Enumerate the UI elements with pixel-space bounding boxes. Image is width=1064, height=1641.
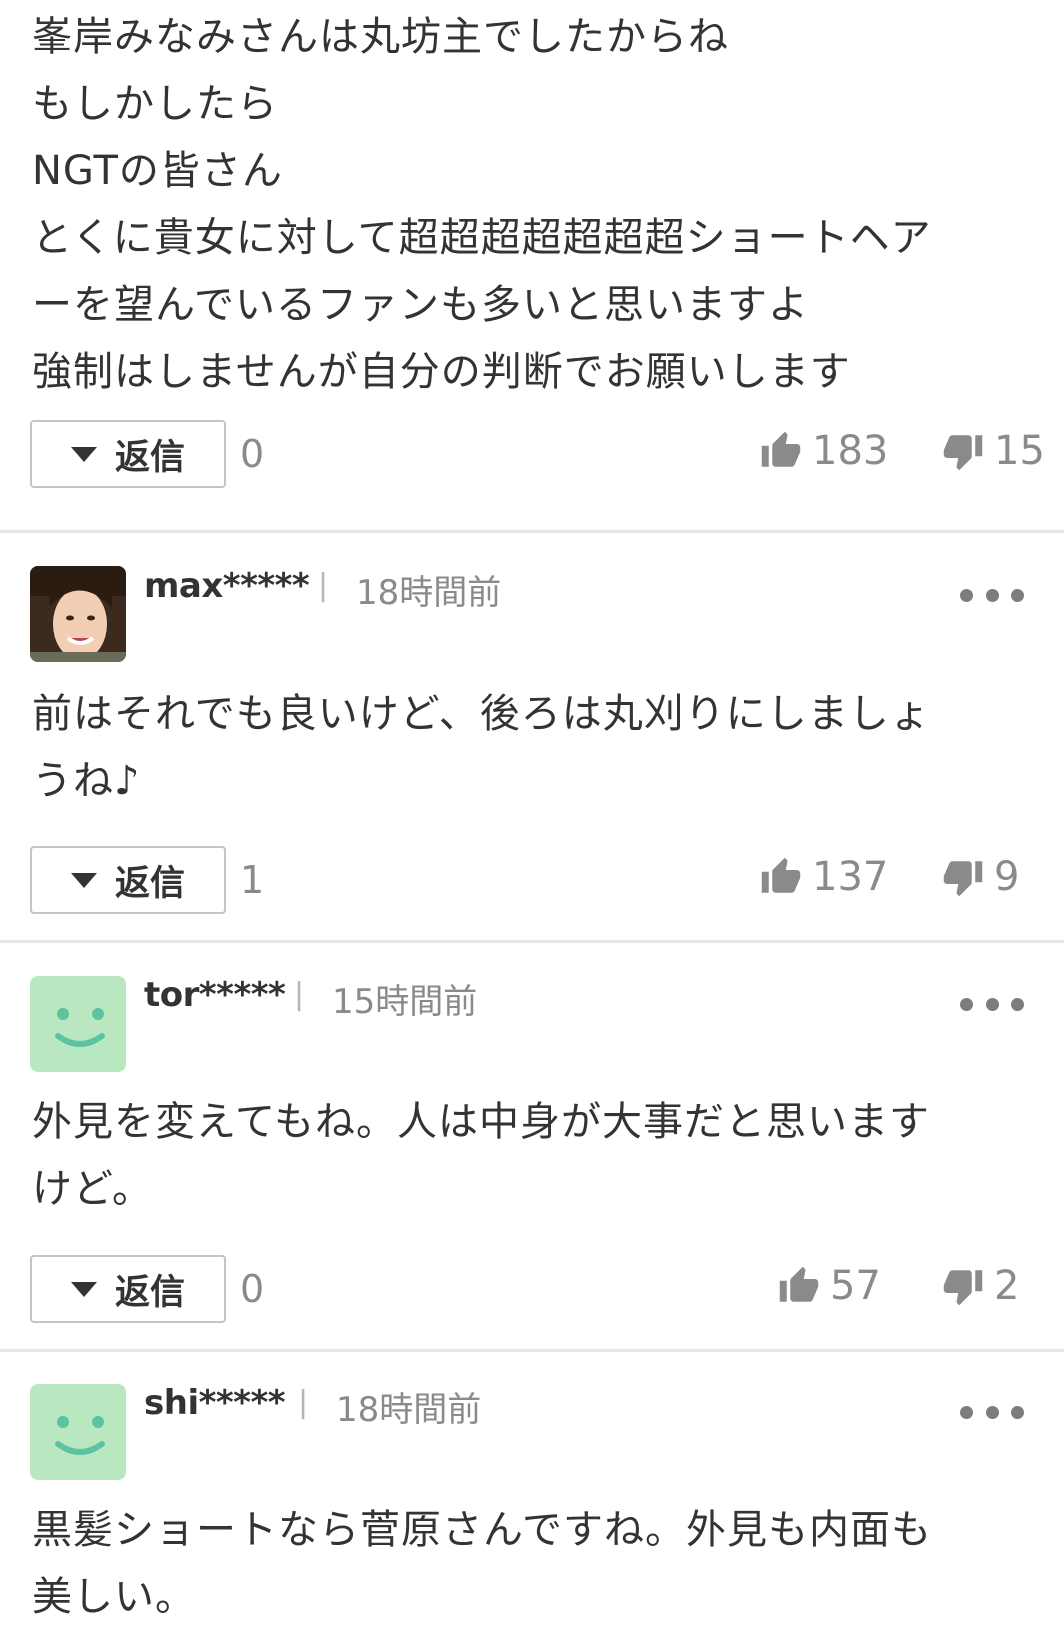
comment-body-line: NGTの皆さん — [32, 148, 283, 194]
comment-2-body: 前はそれでも良いけど、後ろは丸刈りにしましょ うね♪ — [32, 681, 1032, 815]
reply-button-label: 返信 — [114, 863, 185, 904]
reply-count: 1 — [240, 858, 265, 902]
dislike-count: 2 — [994, 1263, 1020, 1309]
comment-body-line: 峯岸みなみさんは丸坊主でしたからね — [32, 14, 729, 60]
comment-body-line: 黒髪ショートなら菅原さんですね。外見も内面も — [32, 1507, 932, 1553]
username[interactable]: shi***** — [144, 1383, 286, 1423]
comment-body-line: 強制はしませんが自分の判断でお願いします — [32, 349, 851, 395]
like-button[interactable]: 57 — [778, 1263, 881, 1309]
comment-1-body: 峯岸みなみさんは丸坊主でしたからね もしかしたら NGTの皆さん とくに貴女に対… — [32, 4, 1032, 406]
reply-button[interactable]: 返信 — [30, 1255, 226, 1323]
like-count: 183 — [812, 428, 889, 474]
separator: | — [294, 977, 305, 1012]
thumbs-up-icon — [760, 856, 802, 898]
comment-body-line: とくに貴女に対して超超超超超超超ショートヘア — [32, 215, 932, 261]
reply-button[interactable]: 返信 — [30, 846, 226, 914]
avatar[interactable] — [30, 566, 126, 662]
thumbs-up-icon — [778, 1265, 820, 1307]
timestamp: 18時間前 — [356, 573, 502, 613]
divider — [0, 530, 1064, 533]
reply-button-label: 返信 — [114, 437, 185, 478]
thumbs-up-icon — [760, 430, 802, 472]
dislike-count: 15 — [994, 428, 1045, 474]
more-options-icon[interactable] — [960, 1402, 1024, 1422]
comment-body-line: もしかしたら — [32, 81, 278, 127]
comment-body-line: けど。 — [32, 1166, 153, 1212]
dislike-button[interactable]: 9 — [942, 854, 1019, 900]
thumbs-down-icon — [942, 430, 984, 472]
reply-button-label: 返信 — [114, 1272, 185, 1313]
dislike-count: 9 — [994, 854, 1020, 900]
reply-count: 0 — [240, 432, 265, 476]
dislike-button[interactable]: 2 — [942, 1263, 1019, 1309]
like-count: 57 — [830, 1263, 881, 1309]
thumbs-down-icon — [942, 856, 984, 898]
dislike-button[interactable]: 15 — [942, 428, 1045, 474]
timestamp: 18時間前 — [336, 1390, 482, 1430]
reply-button[interactable]: 返信 — [30, 420, 226, 488]
timestamp: 15時間前 — [332, 982, 478, 1022]
reply-count: 0 — [240, 1267, 265, 1311]
triangle-down-icon — [70, 446, 97, 462]
comment-4-body: 黒髪ショートなら菅原さんですね。外見も内面も 美しい。 — [32, 1497, 1032, 1631]
divider — [0, 1349, 1064, 1352]
username[interactable]: tor***** — [144, 975, 286, 1015]
triangle-down-icon — [70, 1281, 97, 1297]
smiley-icon[interactable] — [30, 1384, 126, 1480]
comment-body-line: 外見を変えてもね。人は中身が大事だと思います — [32, 1099, 930, 1145]
comment-body-line: ーを望んでいるファンも多いと思いますよ — [32, 282, 809, 328]
more-options-icon[interactable] — [960, 994, 1024, 1014]
comment-body-line: 美しい。 — [32, 1574, 196, 1620]
like-button[interactable]: 137 — [760, 854, 888, 900]
comment-list: 峯岸みなみさんは丸坊主でしたからね もしかしたら NGTの皆さん とくに貴女に対… — [0, 0, 1064, 1641]
like-button[interactable]: 183 — [760, 428, 888, 474]
comment-body-line: 前はそれでも良いけど、後ろは丸刈りにしましょ — [32, 691, 931, 737]
divider — [0, 940, 1064, 943]
triangle-down-icon — [70, 872, 97, 888]
more-options-icon[interactable] — [960, 585, 1024, 605]
comment-body-line: うね♪ — [32, 758, 141, 804]
like-count: 137 — [812, 854, 889, 900]
thumbs-down-icon — [942, 1265, 984, 1307]
smiley-icon[interactable] — [30, 976, 126, 1072]
separator: | — [298, 1385, 309, 1420]
username[interactable]: max***** — [144, 566, 310, 606]
comment-3-body: 外見を変えてもね。人は中身が大事だと思います けど。 — [32, 1089, 1032, 1223]
separator: | — [318, 568, 329, 603]
